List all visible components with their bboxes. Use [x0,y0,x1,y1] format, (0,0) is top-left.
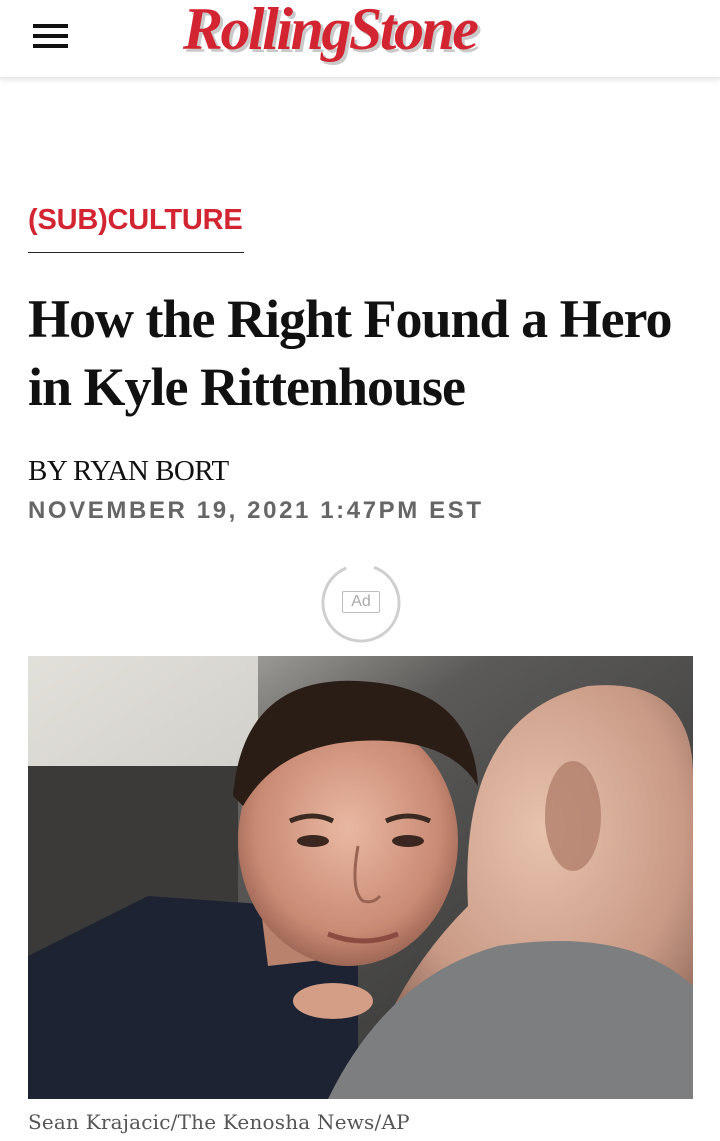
site-header: RollingStone RollingStone [0,0,720,78]
article-headline: How the Right Found a Hero in Kyle Ritte… [28,289,673,417]
article-date: NOVEMBER 19, 2021 1:47PM EST [28,497,484,524]
article-byline[interactable]: BY RYAN BORT [28,455,229,488]
section-divider [28,252,244,253]
ad-placeholder-label: Ad [342,591,380,613]
article-hero-photo [28,656,693,1099]
rolling-stone-logo[interactable]: RollingStone RollingStone [178,0,548,76]
hamburger-menu-icon[interactable] [28,18,74,54]
section-category-link[interactable]: (SUB)CULTURE [28,204,243,237]
photo-credit-caption: Sean Krajacic/The Kenosha News/AP [28,1110,410,1134]
svg-text:RollingStone: RollingStone [182,0,478,62]
